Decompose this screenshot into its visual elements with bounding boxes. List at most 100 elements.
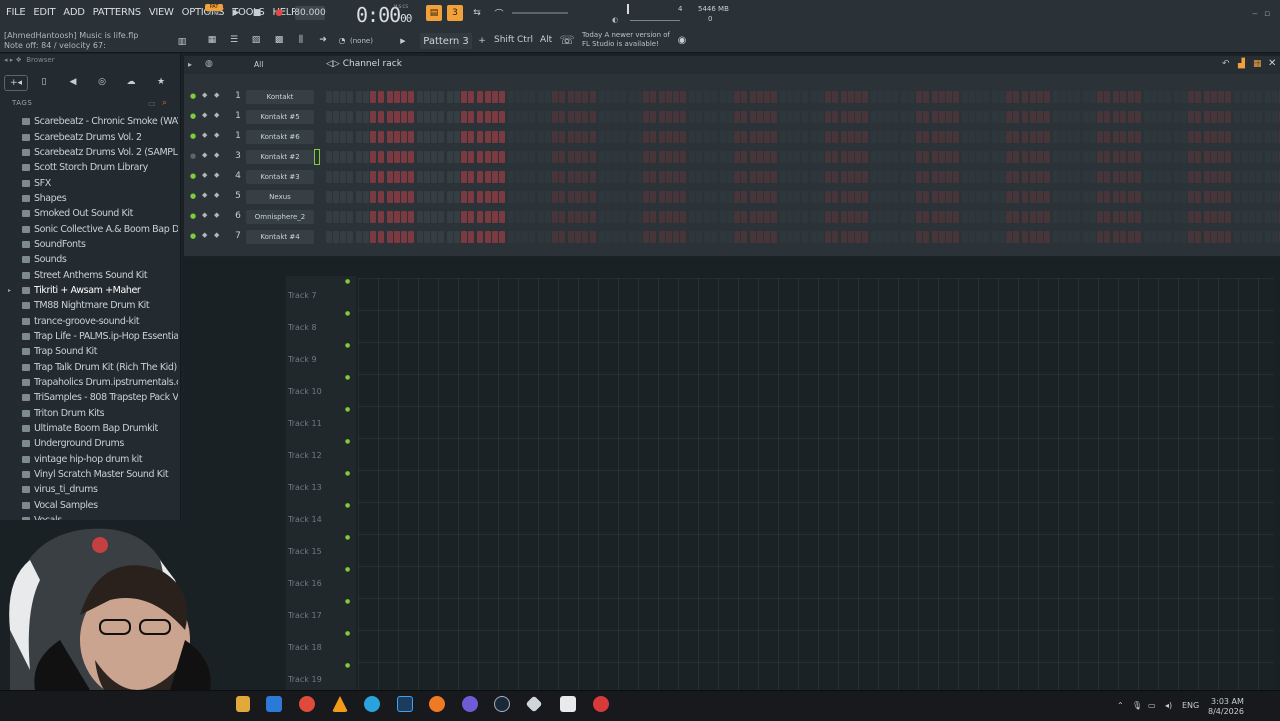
step-button[interactable] (1248, 111, 1255, 123)
step-button[interactable] (740, 111, 747, 123)
track-mute-led-icon[interactable]: ● (345, 470, 350, 477)
browser-folder-item[interactable]: Trap Sound Kit (22, 344, 178, 359)
step-button[interactable] (703, 111, 710, 123)
step-button[interactable] (787, 131, 794, 143)
step-button[interactable] (719, 151, 726, 163)
step-button[interactable] (363, 231, 370, 243)
browser-toggle-icon[interactable]: ▥ (175, 35, 189, 49)
pan-knob-icon[interactable]: ◆ (202, 231, 207, 239)
step-button[interactable] (568, 231, 575, 243)
step-button[interactable] (878, 171, 885, 183)
step-button[interactable] (1113, 211, 1120, 223)
step-button[interactable] (1097, 171, 1104, 183)
step-button[interactable] (1113, 231, 1120, 243)
step-button[interactable] (545, 151, 552, 163)
step-button[interactable] (931, 151, 938, 163)
loop-record-icon[interactable]: ⇆ (470, 6, 484, 20)
step-button[interactable] (568, 111, 575, 123)
step-button[interactable] (407, 211, 414, 223)
step-button[interactable] (461, 171, 468, 183)
step-button[interactable] (901, 211, 908, 223)
step-button[interactable] (703, 191, 710, 203)
step-button[interactable] (1150, 211, 1157, 223)
step-button[interactable] (945, 231, 952, 243)
step-button[interactable] (1013, 231, 1020, 243)
step-button[interactable] (915, 231, 922, 243)
step-button[interactable] (794, 171, 801, 183)
playlist-grid[interactable] (358, 278, 1274, 690)
step-button[interactable] (983, 191, 990, 203)
step-button[interactable] (931, 211, 938, 223)
step-button[interactable] (643, 231, 649, 243)
step-button[interactable] (1134, 131, 1141, 143)
browser-folder-item[interactable]: Trapaholics Drum.ipstrumentals.com) (22, 375, 178, 390)
step-button[interactable] (1127, 171, 1134, 183)
step-button[interactable] (1120, 191, 1127, 203)
step-button[interactable] (363, 171, 370, 183)
step-button[interactable] (1241, 111, 1248, 123)
step-button[interactable] (514, 151, 521, 163)
chrome-icon[interactable] (299, 696, 315, 712)
step-button[interactable] (386, 111, 393, 123)
step-button[interactable] (1204, 111, 1211, 123)
step-button[interactable] (922, 171, 929, 183)
step-button[interactable] (666, 111, 673, 123)
browser-collapse-icon[interactable]: +◂ (4, 75, 28, 91)
mute-led-icon[interactable]: ● (190, 212, 196, 220)
step-button[interactable] (1006, 191, 1013, 203)
step-button[interactable] (1113, 131, 1120, 143)
step-button[interactable] (1097, 231, 1104, 243)
step-button[interactable] (347, 231, 354, 243)
step-button[interactable] (794, 91, 801, 103)
step-button[interactable] (757, 211, 764, 223)
step-button[interactable] (794, 231, 801, 243)
step-button[interactable] (1143, 91, 1150, 103)
step-button[interactable] (780, 211, 787, 223)
step-button[interactable] (589, 111, 596, 123)
pitch-knob-icon[interactable]: ◐ (612, 16, 620, 24)
step-button[interactable] (1127, 131, 1134, 143)
step-button[interactable] (810, 151, 817, 163)
step-button[interactable] (854, 91, 861, 103)
step-button[interactable] (1059, 151, 1066, 163)
step-button[interactable] (619, 91, 626, 103)
step-button[interactable] (363, 91, 370, 103)
step-button[interactable] (862, 191, 869, 203)
step-button[interactable] (1211, 131, 1218, 143)
minimize-icon[interactable]: ‒ (1252, 9, 1258, 19)
step-button[interactable] (598, 231, 605, 243)
step-button[interactable] (1271, 91, 1278, 103)
step-button[interactable] (370, 191, 377, 203)
step-button[interactable] (461, 131, 468, 143)
step-button[interactable] (1255, 171, 1262, 183)
step-button[interactable] (370, 171, 377, 183)
step-button[interactable] (1248, 171, 1255, 183)
step-button[interactable] (400, 171, 407, 183)
step-button[interactable] (619, 111, 626, 123)
step-button[interactable] (1022, 151, 1029, 163)
step-button[interactable] (377, 191, 384, 203)
telegram-icon[interactable] (364, 696, 380, 712)
step-button[interactable] (1173, 131, 1180, 143)
step-button[interactable] (1104, 191, 1111, 203)
step-button[interactable] (431, 111, 438, 123)
step-button[interactable] (710, 231, 717, 243)
step-button[interactable] (1234, 91, 1241, 103)
step-button[interactable] (1022, 111, 1029, 123)
step-button[interactable] (749, 171, 756, 183)
step-button[interactable] (817, 111, 824, 123)
step-button[interactable] (1164, 151, 1171, 163)
step-button[interactable] (1127, 191, 1134, 203)
step-button[interactable] (347, 91, 354, 103)
step-button[interactable] (817, 151, 824, 163)
step-button[interactable] (1264, 131, 1271, 143)
step-button[interactable] (1248, 231, 1255, 243)
step-button[interactable] (1271, 151, 1278, 163)
step-button[interactable] (1113, 151, 1120, 163)
step-button[interactable] (1134, 91, 1141, 103)
step-button[interactable] (528, 131, 535, 143)
step-button[interactable] (801, 231, 808, 243)
browser-folder-item[interactable]: Scarebeatz Drums Vol. 2 (22, 129, 178, 144)
step-button[interactable] (514, 131, 521, 143)
track-mute-led-icon[interactable]: ● (345, 598, 350, 605)
